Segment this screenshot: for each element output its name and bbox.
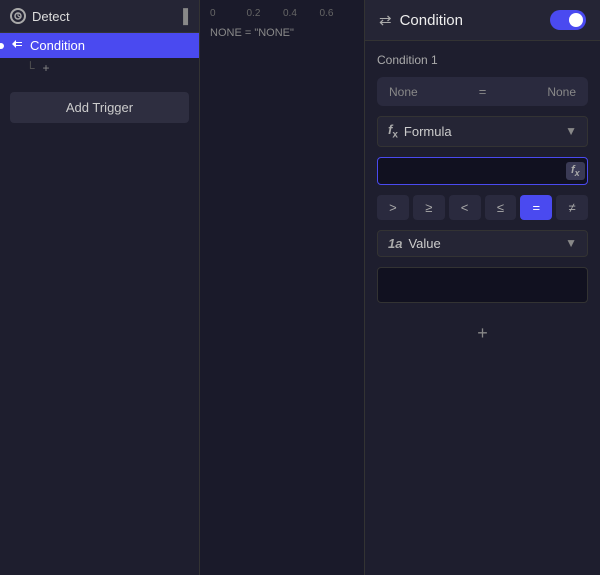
timeline-ruler: 0 0.2 0.4 0.6 <box>208 8 356 19</box>
condition-comparison-row: None = None <box>377 77 588 106</box>
formula-fx-icon: fx <box>388 122 398 141</box>
active-dot <box>0 43 4 49</box>
indent-line: └ <box>26 61 35 75</box>
left-header: Detect ▐ <box>0 0 199 33</box>
condition-icon <box>10 38 24 53</box>
op-greater-equal[interactable]: ≥ <box>413 195 445 220</box>
timeline-panel: 0 0.2 0.4 0.6 NONE = "NONE" <box>200 0 365 575</box>
header-menu-icon[interactable]: ▐ <box>178 8 189 24</box>
left-header-title: Detect <box>32 9 172 24</box>
timeline-value-label: NONE = "NONE" <box>208 27 356 39</box>
ruler-mark-0: 0 <box>210 8 247 19</box>
condition-toggle[interactable] <box>550 10 586 30</box>
ruler-mark-2: 0.4 <box>283 8 320 19</box>
detect-icon <box>10 8 26 24</box>
op-greater-than[interactable]: > <box>377 195 409 220</box>
ruler-mark-3: 0.6 <box>320 8 357 19</box>
add-trigger-button[interactable]: Add Trigger <box>10 92 189 123</box>
operator-row: > ≥ < ≤ = ≠ <box>377 195 588 220</box>
right-header-title: Condition <box>400 12 542 29</box>
condition-header-icon: ⇄ <box>379 11 392 29</box>
condition-right-value: None <box>547 85 576 99</box>
formula-label: Formula <box>404 124 559 139</box>
op-less-equal[interactable]: ≤ <box>485 195 517 220</box>
condition-section-label: Condition 1 <box>377 53 588 67</box>
op-less-than[interactable]: < <box>449 195 481 220</box>
condition-label: Condition <box>30 38 85 53</box>
formula-input[interactable] <box>386 163 562 178</box>
value-input-area[interactable] <box>377 267 588 303</box>
formula-dropdown-arrow: ▼ <box>565 124 577 138</box>
value-type-icon: 1a <box>388 236 402 251</box>
sub-add-button[interactable]: └ + <box>0 58 199 78</box>
right-header: ⇄ Condition <box>365 0 600 41</box>
formula-fx-button[interactable]: fx <box>566 162 585 180</box>
condition-operator: = <box>479 84 487 99</box>
value-label: Value <box>408 236 559 251</box>
formula-input-row: fx <box>377 157 588 185</box>
formula-dropdown[interactable]: fx Formula ▼ <box>377 116 588 147</box>
op-equals[interactable]: = <box>520 195 552 220</box>
value-dropdown[interactable]: 1a Value ▼ <box>377 230 588 257</box>
ruler-mark-1: 0.2 <box>247 8 284 19</box>
op-not-equals[interactable]: ≠ <box>556 195 588 220</box>
add-condition-row: + <box>377 317 588 350</box>
value-dropdown-arrow: ▼ <box>565 236 577 250</box>
condition-left-value: None <box>389 85 418 99</box>
add-condition-button[interactable]: + <box>467 321 498 346</box>
right-content: Condition 1 None = None fx Formula ▼ fx … <box>365 41 600 575</box>
sub-add-icon: + <box>43 61 50 75</box>
left-panel: Detect ▐ Condition └ + Add Trigger <box>0 0 200 575</box>
sidebar-item-condition[interactable]: Condition <box>0 33 199 58</box>
right-panel: ⇄ Condition Condition 1 None = None fx F… <box>365 0 600 575</box>
